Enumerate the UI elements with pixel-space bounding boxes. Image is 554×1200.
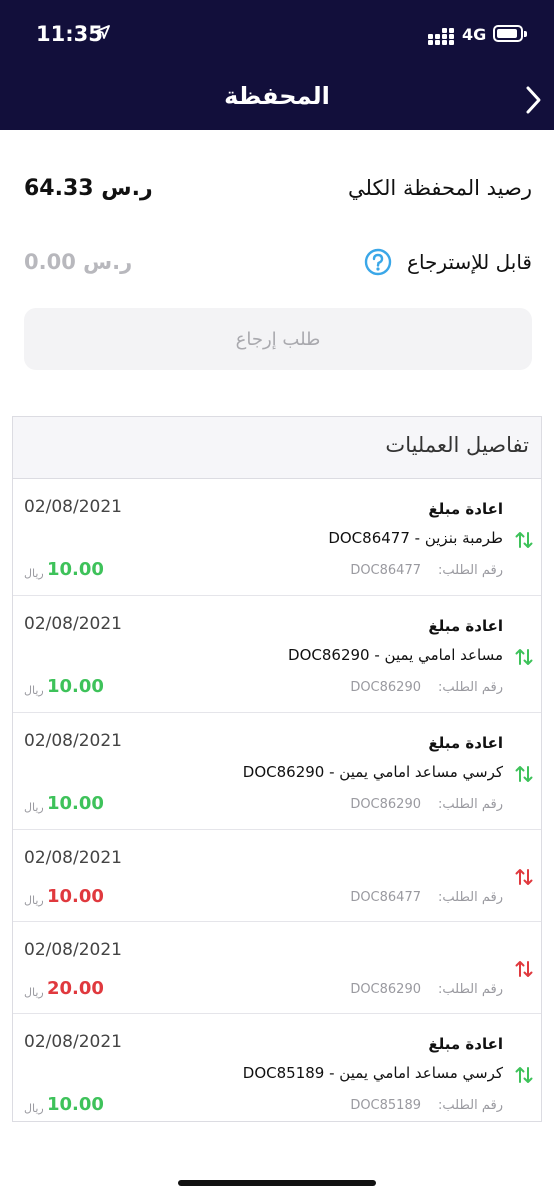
transfer-arrows-icon xyxy=(515,649,533,665)
transfer-arrows-icon xyxy=(515,766,533,782)
transactions-panel: تفاصيل العمليات 02/08/2021 اعادة مبلغ طرمب… xyxy=(12,416,542,1122)
currency-label: ريال xyxy=(24,684,44,697)
top-bar: 11:35 4G المحفظة xyxy=(0,0,554,130)
transfer-arrows-icon xyxy=(515,961,533,977)
transaction-amount: 10.00 xyxy=(47,676,104,697)
order-number-label: رقم الطلب: xyxy=(438,680,503,695)
transaction-date: 02/08/2021 xyxy=(24,731,122,751)
currency-label: ريال xyxy=(24,894,44,907)
currency-label: ريال xyxy=(24,1102,44,1115)
transaction-date: 02/08/2021 xyxy=(24,848,122,868)
order-number-label: رقم الطلب: xyxy=(438,563,503,578)
transactions-list: 02/08/2021 اعادة مبلغ طرمبة بنزين - DOC864… xyxy=(13,479,541,1121)
refund-request-button[interactable]: طلب إرجاع xyxy=(24,308,532,370)
signal-icon xyxy=(428,27,454,45)
transaction-row[interactable]: 02/08/2021 اعادة مبلغ طرمبة بنزين - DOC864… xyxy=(13,479,541,596)
order-number: DOC86290 xyxy=(350,982,421,997)
status-bar: 11:35 4G xyxy=(0,0,554,70)
order-number-label: رقم الطلب: xyxy=(438,982,503,997)
order-number: DOC86477 xyxy=(350,890,421,905)
network-type: 4G xyxy=(462,25,487,44)
page-title: المحفظة xyxy=(224,82,330,110)
order-number: DOC86477 xyxy=(350,563,421,578)
battery-icon xyxy=(493,25,527,42)
transaction-description: كرسي مساعد امامي يمين - DOC85189 xyxy=(242,1064,503,1082)
location-arrow-icon xyxy=(96,25,110,39)
help-circle-icon[interactable] xyxy=(364,248,392,276)
wallet-total-value: 64.33 ر.س xyxy=(24,176,153,201)
transfer-arrows-icon xyxy=(515,1067,533,1083)
order-number-label: رقم الطلب: xyxy=(438,890,503,905)
transaction-row[interactable]: 02/08/2021 اعادة مبلغ كرسي مساعد امامي يمي… xyxy=(13,1014,541,1121)
transaction-amount: 10.00 xyxy=(47,793,104,814)
transaction-row[interactable]: 02/08/2021 اعادة مبلغ كرسي مساعد امامي يمي… xyxy=(13,713,541,830)
refundable-label: قابل للإسترجاع xyxy=(407,250,532,274)
currency-label: ريال xyxy=(24,986,44,999)
order-number-label: رقم الطلب: xyxy=(438,797,503,812)
home-indicator xyxy=(178,1180,376,1186)
transaction-date: 02/08/2021 xyxy=(24,940,122,960)
transaction-date: 02/08/2021 xyxy=(24,614,122,634)
transaction-amount: 10.00 xyxy=(47,886,104,907)
order-number-label: رقم الطلب: xyxy=(438,1098,503,1113)
transaction-amount: 10.00 xyxy=(47,559,104,580)
transaction-amount: 10.00 xyxy=(47,1094,104,1115)
currency-label: ريال xyxy=(24,567,44,580)
transaction-date: 02/08/2021 xyxy=(24,497,122,517)
transactions-header: تفاصيل العمليات xyxy=(13,417,541,479)
status-time: 11:35 xyxy=(36,22,103,46)
transaction-type: اعادة مبلغ xyxy=(428,617,503,635)
transaction-amount: 20.00 xyxy=(47,978,104,999)
transaction-type: اعادة مبلغ xyxy=(428,500,503,518)
chevron-right-icon[interactable] xyxy=(520,84,546,116)
order-number: DOC86290 xyxy=(350,680,421,695)
refundable-row: قابل للإسترجاع 0.00 ر.س xyxy=(24,248,532,282)
transfer-arrows-icon xyxy=(515,532,533,548)
transaction-type: اعادة مبلغ xyxy=(428,1035,503,1053)
transaction-type: اعادة مبلغ xyxy=(428,734,503,752)
order-number: DOC86290 xyxy=(350,797,421,812)
transaction-row[interactable]: 02/08/2021 رقم الطلب: DOC86477 10.00 ريال xyxy=(13,830,541,922)
wallet-total-row: رصيد المحفظة الكلي 64.33 ر.س xyxy=(24,176,532,210)
currency-label: ريال xyxy=(24,801,44,814)
transaction-row[interactable]: 02/08/2021 اعادة مبلغ مساعد امامي يمين - D… xyxy=(13,596,541,713)
transaction-row[interactable]: 02/08/2021 رقم الطلب: DOC86290 20.00 ريال xyxy=(13,922,541,1014)
transfer-arrows-icon xyxy=(515,869,533,885)
transaction-description: طرمبة بنزين - DOC86477 xyxy=(328,529,503,547)
order-number: DOC85189 xyxy=(350,1098,421,1113)
transaction-description: كرسي مساعد امامي يمين - DOC86290 xyxy=(242,763,503,781)
wallet-total-label: رصيد المحفظة الكلي xyxy=(347,176,532,200)
refundable-value: 0.00 ر.س xyxy=(24,250,133,274)
transaction-date: 02/08/2021 xyxy=(24,1032,122,1052)
transactions-title: تفاصيل العمليات xyxy=(385,433,529,457)
transaction-description: مساعد امامي يمين - DOC86290 xyxy=(288,646,503,664)
